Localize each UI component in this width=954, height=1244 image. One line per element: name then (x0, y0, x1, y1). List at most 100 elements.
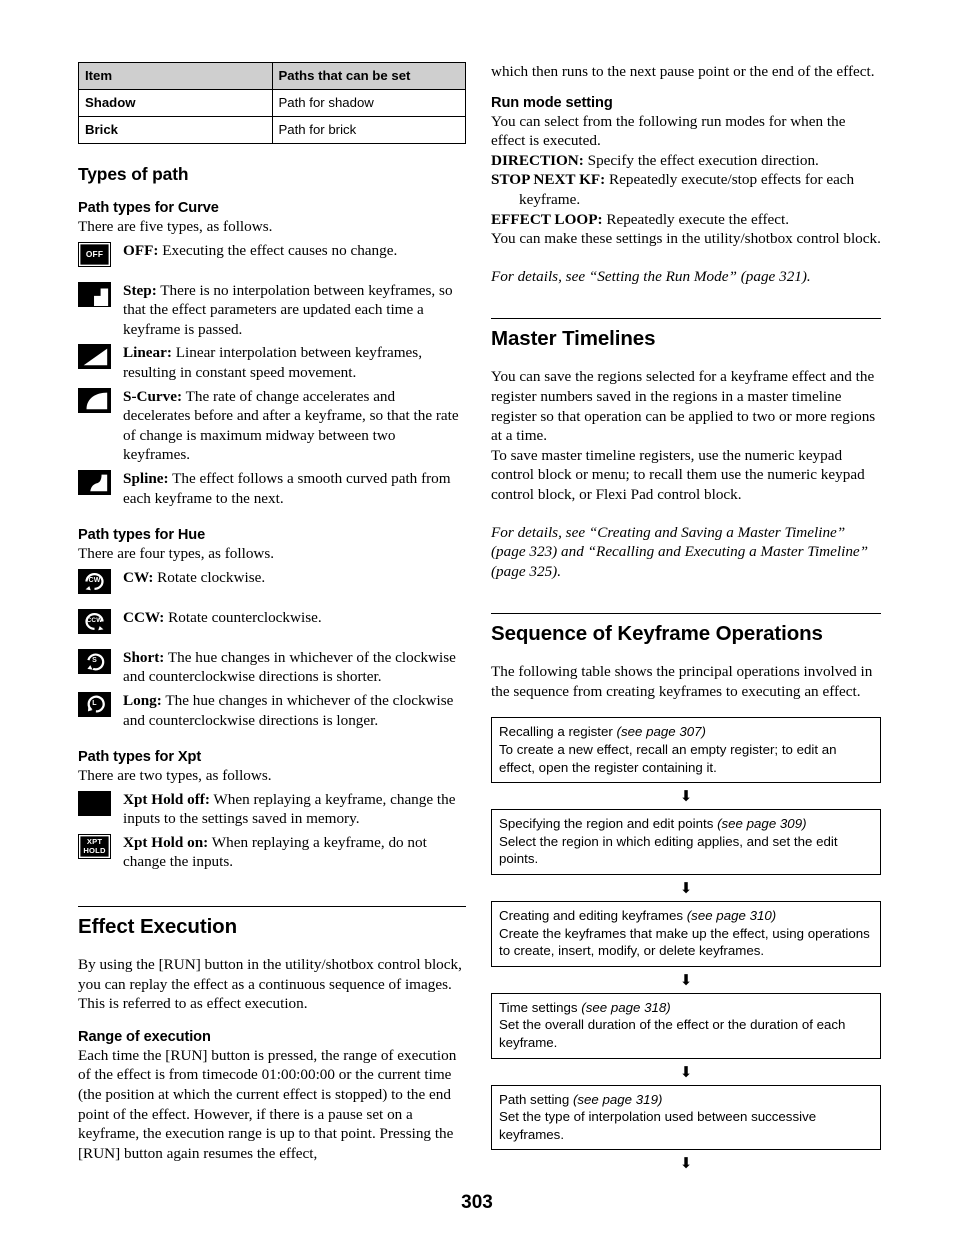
table-row: Shadow Path for shadow (78, 89, 466, 117)
list-item: OFF OFF: Executing the effect causes no … (78, 241, 466, 267)
run-mode-intro: You can select from the following run mo… (491, 112, 846, 150)
heading-range-of-execution: Range of execution (78, 1028, 211, 1045)
flow-step-title: Recalling a register (499, 724, 613, 740)
flow-step-desc: Set the overall duration of the effect o… (499, 1017, 846, 1050)
heading-path-types-xpt: Path types for Xpt (78, 749, 202, 766)
flow-step-ref: (see page 309) (717, 816, 807, 832)
flow-arrow-icon: ⬇ (679, 970, 693, 989)
run-mode-reference: For details, see “Setting the Run Mode” … (491, 267, 811, 285)
xpt-hold-icon-label: XPT HOLD (83, 837, 106, 855)
continuation-text: which then runs to the next pause point … (491, 63, 875, 80)
list-item-desc: Executing the effect causes no change. (158, 241, 398, 259)
heading-master-timelines: Master Timelines (491, 327, 656, 351)
xpt-hold-on-icon: XPT HOLD (78, 833, 111, 859)
list-item: Linear: Linear interpolation between key… (78, 343, 466, 382)
flow-step-desc: To create a new effect, recall an empty … (499, 742, 837, 775)
flow-step-title-line: Time settings (see page 318) (499, 999, 873, 1017)
table-cell-item: Shadow (78, 89, 273, 117)
xpt-intro-text: There are two types, as follows. (78, 767, 272, 785)
step-path-icon (78, 281, 111, 307)
left-column: Item Paths that can be set Shadow Path f… (78, 62, 466, 1163)
off-icon: OFF (78, 241, 111, 267)
table-cell-item: Brick (78, 116, 273, 144)
run-mode-term: DIRECTION: (491, 151, 584, 169)
list-item: CCW CCW: Rotate counterclockwise. (78, 608, 466, 634)
curve-intro-text: There are five types, as follows. (78, 218, 273, 235)
flow-step-title-line: Specifying the region and edit points (s… (499, 815, 873, 833)
flow-step-ref: (see page 319) (572, 1091, 663, 1107)
table-cell-paths: Path for brick (271, 116, 466, 144)
list-item: S Short: The hue changes in whichever of… (78, 648, 466, 687)
heading-types-of-path: Types of path (78, 164, 189, 184)
right-column: which then runs to the next pause point … (491, 62, 881, 1172)
ccw-rotate-icon: CCW (78, 608, 111, 634)
flow-step-path-setting: Path setting (see page 319) Set the type… (491, 1084, 881, 1151)
master-timelines-para2: To save master timeline registers, use t… (491, 446, 865, 503)
flow-step-desc: Select the region in which editing appli… (499, 833, 838, 867)
flow-step-title: Time settings (499, 999, 578, 1015)
hue-intro-text: There are four types, as follows. (78, 545, 275, 563)
flow-step-title-line: Recalling a register (see page 307) (499, 723, 873, 741)
list-item-term: Xpt Hold off: (123, 790, 210, 808)
flow-arrow-icon: ⬇ (679, 1062, 693, 1081)
flow-step-title: Path setting (499, 1091, 570, 1107)
list-item-desc: Rotate counterclockwise. (164, 608, 322, 626)
run-mode-stop-next-kf: STOP NEXT KF: Repeatedly execute/stop ef… (491, 170, 881, 209)
list-item: Spline: The effect follows a smooth curv… (78, 469, 466, 508)
list-item-term: Spline: (123, 469, 169, 487)
heading-path-types-curve: Path types for Curve (78, 200, 219, 216)
xpt-path-list: Xpt Hold off: When replaying a keyframe,… (78, 790, 466, 872)
list-item: Step: There is no interpolation between … (78, 281, 466, 340)
off-icon-label: OFF (85, 248, 104, 259)
list-item: CW CW: Rotate clockwise. (78, 568, 466, 594)
list-item-term: OFF: (123, 241, 159, 259)
flow-step-title: Creating and editing keyframes (499, 908, 684, 924)
list-item-term: Xpt Hold on: (123, 833, 209, 851)
list-item-term: Step: (123, 281, 157, 299)
run-mode-desc: Specify the effect execution direction. (583, 151, 819, 169)
heading-effect-execution: Effect Execution (78, 915, 238, 939)
flow-step-time-settings: Time settings (see page 318) Set the ove… (491, 992, 881, 1059)
curve-path-list: OFF OFF: Executing the effect causes no … (78, 241, 466, 509)
flow-step-specifying-region: Specifying the region and edit points (s… (491, 809, 881, 876)
ccw-icon-label: CCW (86, 617, 103, 625)
list-item-desc: The hue changes in whichever of the cloc… (123, 691, 454, 729)
page-number: 303 (461, 1192, 493, 1213)
s-curve-path-icon (78, 387, 111, 413)
run-mode-outro: You can make these settings in the utili… (491, 230, 881, 248)
hue-path-list: CW CW: Rotate clockwise. CCW CCW: Rotate… (78, 568, 466, 730)
flow-step-ref: (see page 318) (581, 999, 671, 1015)
short-icon-label: S (92, 657, 97, 665)
run-mode-effect-loop: EFFECT LOOP: Repeatedly execute the effe… (491, 210, 881, 230)
linear-path-icon (78, 344, 111, 370)
list-item-desc: Rotate clockwise. (153, 568, 266, 586)
flow-step-title: Specifying the region and edit points (499, 816, 714, 832)
xpt-hold-off-icon (78, 790, 111, 816)
heading-path-types-hue: Path types for Hue (78, 527, 206, 544)
paths-table: Item Paths that can be set Shadow Path f… (78, 62, 466, 144)
list-item-term: S-Curve: (123, 387, 183, 405)
list-item: L Long: The hue changes in whichever of … (78, 691, 466, 730)
run-mode-direction: DIRECTION: Specify the effect execution … (491, 151, 881, 171)
heading-sequence-of-keyframe-operations: Sequence of Keyframe Operations (491, 622, 823, 646)
document-page: Item Paths that can be set Shadow Path f… (0, 0, 954, 1244)
effect-execution-intro: By using the [RUN] button in the utility… (78, 956, 462, 1013)
list-item-desc: The hue changes in whichever of the cloc… (123, 648, 456, 686)
list-item: Xpt Hold off: When replaying a keyframe,… (78, 790, 466, 829)
flow-arrow-icon: ⬇ (679, 1154, 693, 1173)
run-mode-term: STOP NEXT KF: (491, 171, 606, 189)
sequence-intro: The following table shows the principal … (491, 663, 873, 700)
flow-arrow-icon: ⬇ (679, 787, 693, 806)
long-icon-label: L (92, 700, 97, 708)
flow-step-title-line: Path setting (see page 319) (499, 1091, 873, 1109)
list-item-desc: The effect follows a smooth curved path … (123, 469, 451, 507)
list-item-term: Linear: (123, 344, 172, 362)
flow-step-desc: Create the keyframes that make up the ef… (499, 925, 870, 959)
table-cell-paths: Path for shadow (271, 89, 466, 117)
list-item: S-Curve: The rate of change accelerates … (78, 387, 466, 465)
table-header-item: Item (78, 62, 273, 90)
flow-step-creating-editing-keyframes: Creating and editing keyframes (see page… (491, 901, 881, 967)
flow-step-ref: (see page 307) (616, 724, 706, 740)
cw-icon-label: CW (88, 577, 101, 585)
list-item-desc: There is no interpolation between keyfra… (123, 281, 453, 338)
